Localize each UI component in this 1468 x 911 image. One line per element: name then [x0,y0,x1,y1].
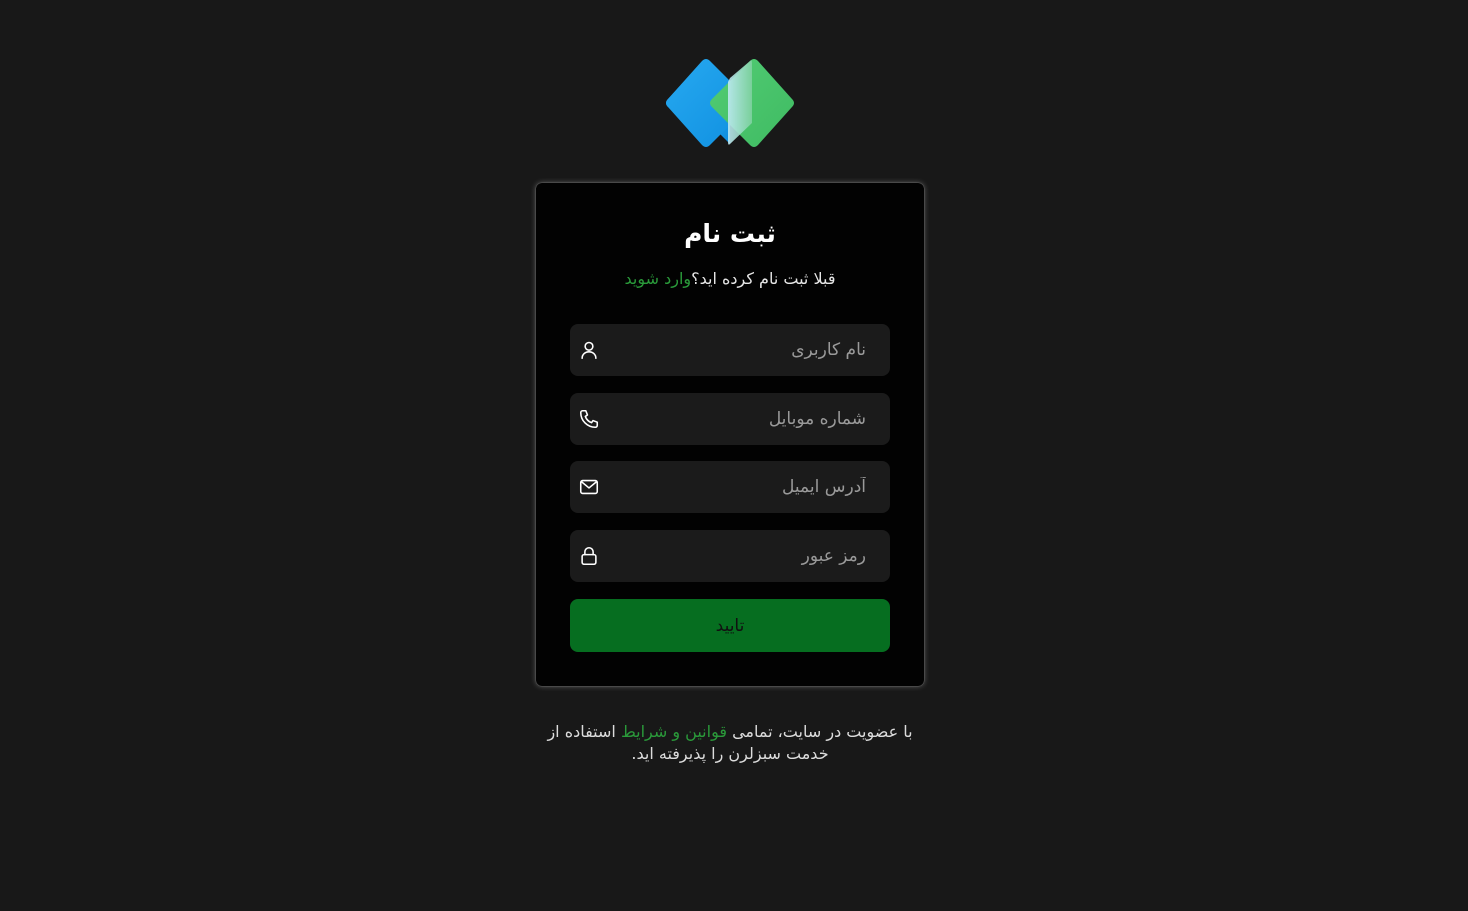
mobile-field[interactable] [570,393,890,445]
username-input[interactable] [610,324,868,376]
email-field[interactable] [570,461,890,513]
mail-icon [579,479,599,495]
terms-prefix: با عضویت در سایت، تمامی [726,722,913,741]
username-field[interactable] [570,324,890,376]
user-icon [581,341,597,360]
page-title: ثبت نام [684,219,776,248]
signup-card: ثبت نام قبلا ثبت نام کرده اید؟وارد شوید … [536,183,924,686]
login-prompt-text: قبلا ثبت نام کرده اید؟ [691,269,836,288]
terms-notice: با عضویت در سایت، تمامی قوانین و شرایط ا… [536,721,924,765]
password-input[interactable] [610,530,868,582]
login-prompt: قبلا ثبت نام کرده اید؟وارد شوید [536,269,924,288]
login-link[interactable]: وارد شوید [625,269,692,288]
lock-icon [581,546,597,566]
mobile-input[interactable] [610,393,868,445]
email-input[interactable] [610,461,868,513]
submit-button[interactable]: تایید [570,599,890,652]
password-field[interactable] [570,530,890,582]
brand-logo-icon [666,59,794,147]
phone-icon [579,409,599,429]
terms-link[interactable]: قوانین و شرایط [621,722,727,741]
